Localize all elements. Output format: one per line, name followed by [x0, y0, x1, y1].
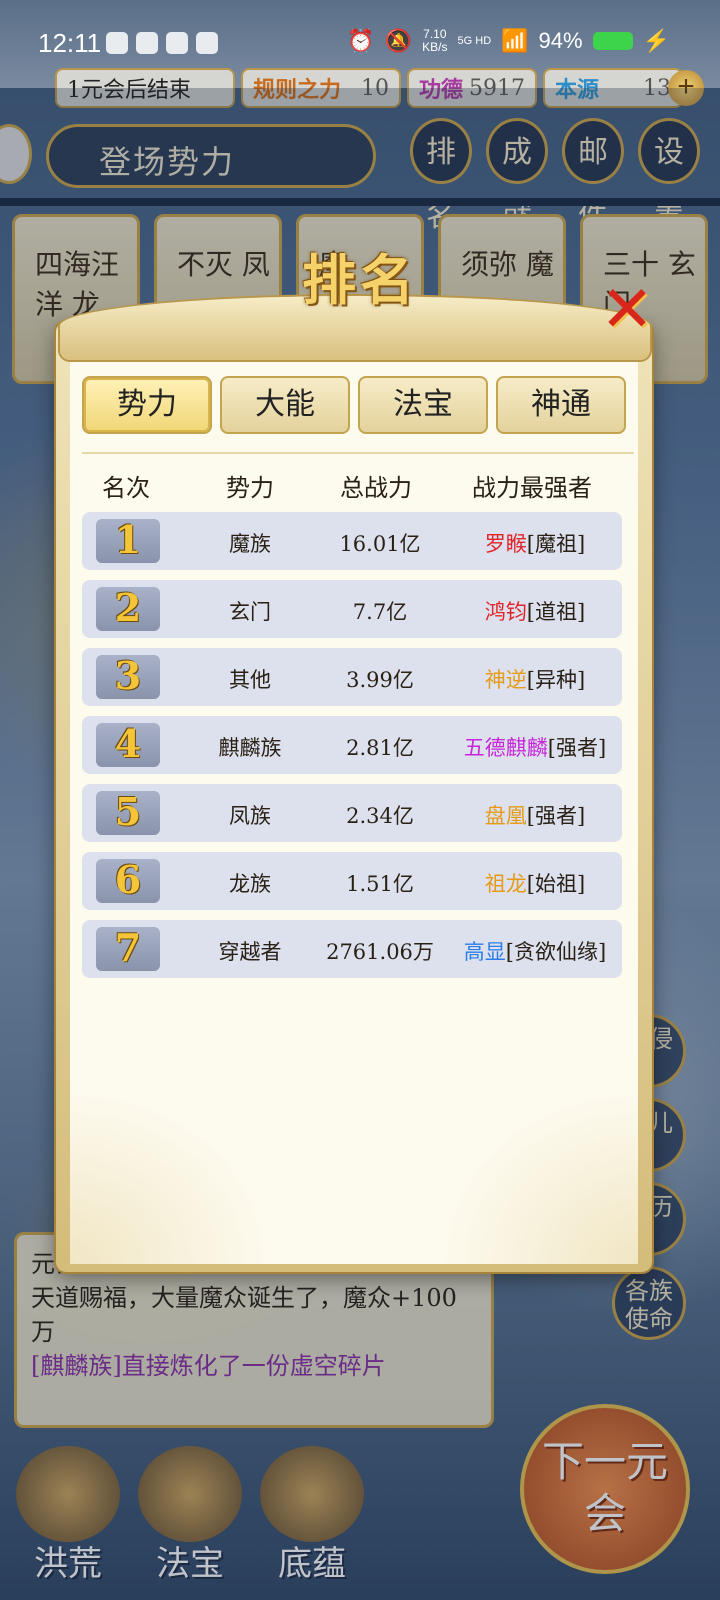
tiktok-icon: [166, 32, 188, 54]
strongest-cell: 罗睺[魔祖]: [450, 528, 620, 558]
faction-cell: 魔族: [229, 532, 271, 556]
leader-title: [强者]: [526, 804, 586, 828]
leader-name: 祖龙: [484, 872, 527, 896]
leader-name: 高显: [463, 940, 506, 964]
strongest-cell: 高显[贪欲仙缘]: [450, 936, 620, 966]
power-cell: 16.01亿: [339, 532, 421, 556]
tab-divider: [82, 452, 634, 454]
column-header: 名次: [102, 474, 150, 502]
strongest-cell: 鸿钧[道祖]: [450, 596, 620, 626]
faction-cell: 玄门: [229, 600, 271, 624]
ranking-table-header: 名次 势力 总战力 战力最强者: [84, 464, 624, 504]
table-row[interactable]: 5 凤族 2.34亿 盘凰[强者]: [82, 784, 622, 842]
leader-name: 盘凰: [484, 804, 527, 828]
net-speed: 7.10 KB/s: [422, 27, 448, 54]
close-button[interactable]: ✕: [598, 278, 656, 342]
leader-name: 五德麒麟: [463, 736, 548, 760]
notification-icons: [106, 32, 218, 54]
modal-decoration: [70, 1090, 270, 1264]
rank-badge: 5: [96, 791, 160, 835]
column-header: 战力最强者: [472, 474, 592, 502]
rank-badge: 2: [96, 587, 160, 631]
charging-icon: ⚡: [642, 28, 670, 53]
power-cell: 2.34亿: [346, 804, 414, 828]
app-notification-icon: [106, 32, 128, 54]
faction-cell: 麒麟族: [218, 736, 282, 760]
battery-icon: [592, 32, 633, 50]
app-notification-icon: [196, 32, 218, 54]
battery-percent: 94%: [538, 28, 583, 53]
network-type: 5G HD: [457, 35, 492, 47]
ranking-tabs: 势力 大能 法宝 神通: [82, 376, 626, 434]
leader-title: [异种]: [526, 668, 586, 692]
app-notification-icon: [136, 32, 158, 54]
wifi-icon: 📶: [501, 28, 529, 53]
strongest-cell: 祖龙[始祖]: [450, 868, 620, 898]
table-row[interactable]: 3 其他 3.99亿 神逆[异种]: [82, 648, 622, 706]
leader-name: 鸿钧: [484, 600, 527, 624]
power-cell: 2761.06万: [326, 940, 434, 964]
tab-faction[interactable]: 势力: [82, 376, 212, 434]
table-row[interactable]: 7 穿越者 2761.06万 高显[贪欲仙缘]: [82, 920, 622, 978]
leader-title: [强者]: [547, 736, 607, 760]
tab-treasure[interactable]: 法宝: [358, 376, 488, 434]
table-row[interactable]: 1 魔族 16.01亿 罗睺[魔祖]: [82, 512, 622, 570]
table-row[interactable]: 4 麒麟族 2.81亿 五德麒麟[强者]: [82, 716, 622, 774]
table-row[interactable]: 2 玄门 7.7亿 鸿钧[道祖]: [82, 580, 622, 638]
faction-cell: 穿越者: [218, 940, 282, 964]
leader-title: [始祖]: [526, 872, 586, 896]
column-header: 总战力: [340, 474, 412, 502]
tab-skill[interactable]: 神通: [496, 376, 626, 434]
tab-powerhouse[interactable]: 大能: [220, 376, 350, 434]
rank-badge: 3: [96, 655, 160, 699]
leader-title: [魔祖]: [526, 532, 586, 556]
leader-title: [贪欲仙缘]: [505, 940, 607, 964]
table-row[interactable]: 6 龙族 1.51亿 祖龙[始祖]: [82, 852, 622, 910]
rank-badge: 6: [96, 859, 160, 903]
faction-cell: 龙族: [229, 872, 271, 896]
modal-title: 排名: [302, 248, 418, 312]
rank-badge: 1: [96, 519, 160, 563]
modal-decoration: [440, 1090, 638, 1264]
mute-icon: 🔕: [384, 28, 413, 53]
power-cell: 3.99亿: [346, 668, 414, 692]
leader-name: 罗睺: [484, 532, 527, 556]
strongest-cell: 盘凰[强者]: [450, 800, 620, 830]
strongest-cell: 五德麒麟[强者]: [450, 732, 620, 762]
status-time: 12:11: [38, 28, 102, 58]
leader-name: 神逆: [484, 668, 527, 692]
ranking-table: 1 魔族 16.01亿 罗睺[魔祖] 2 玄门 7.7亿 鸿钧[道祖] 3 其他…: [82, 512, 622, 988]
leader-title: [道祖]: [526, 600, 586, 624]
power-cell: 7.7亿: [352, 600, 408, 624]
rank-badge: 4: [96, 723, 160, 767]
faction-cell: 其他: [229, 668, 271, 692]
alarm-icon: ⏰: [347, 28, 375, 53]
rank-badge: 7: [96, 927, 160, 971]
power-cell: 2.81亿: [346, 736, 414, 760]
faction-cell: 凤族: [229, 804, 271, 828]
status-right: ⏰ 🔕 7.10 KB/s 5G HD 📶 94% ⚡: [347, 28, 670, 54]
column-header: 势力: [226, 474, 274, 502]
strongest-cell: 神逆[异种]: [450, 664, 620, 694]
power-cell: 1.51亿: [346, 872, 414, 896]
